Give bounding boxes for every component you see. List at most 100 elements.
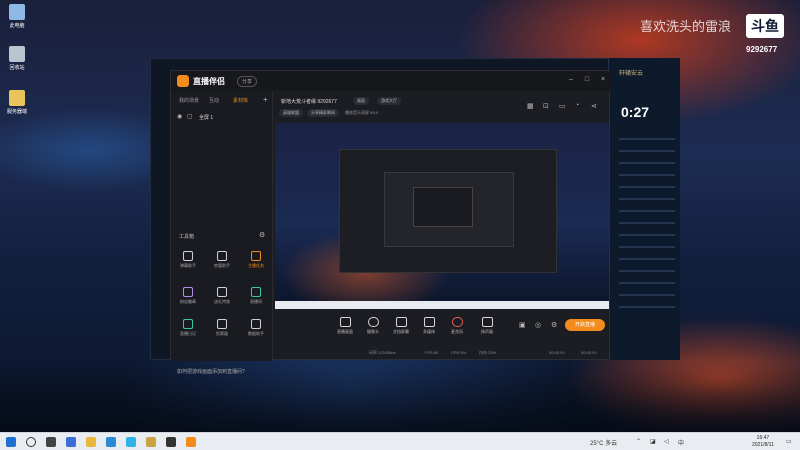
- language-icon[interactable]: 中: [678, 438, 684, 447]
- start-live-button[interactable]: 开启直播: [565, 319, 605, 331]
- control-document[interactable]: 文档屏幕: [389, 317, 413, 335]
- tools-title: 工具箱: [179, 234, 195, 240]
- minimize-icon[interactable]: –: [567, 76, 575, 84]
- live-companion-taskbar-icon[interactable]: [186, 437, 196, 447]
- desktop-icon-recycle-bin[interactable]: 回收站: [4, 46, 30, 71]
- network-icon[interactable]: ◪: [650, 438, 656, 445]
- tool-data-helper[interactable]: 数据助手: [241, 319, 271, 337]
- control-live-screen[interactable]: 直播画面: [333, 317, 357, 335]
- tab-material[interactable]: 素材库: [233, 97, 248, 104]
- close-icon[interactable]: ×: [599, 76, 607, 84]
- notification-icon[interactable]: ▭: [786, 438, 792, 445]
- start-icon[interactable]: [6, 437, 16, 447]
- live-preview[interactable]: [275, 123, 609, 309]
- control-camera[interactable]: 摄像头: [361, 317, 385, 335]
- wallpaper-grass: [0, 362, 800, 432]
- data-icon: [251, 319, 261, 329]
- camera-icon: [367, 317, 379, 327]
- add-scene-icon[interactable]: +: [263, 95, 268, 104]
- preview-nested-window-3: [413, 187, 473, 227]
- control-media[interactable]: 多媒体: [417, 317, 441, 335]
- monitor-icon[interactable]: ▭: [559, 102, 566, 110]
- bell-icon[interactable]: ◔: [575, 102, 579, 109]
- tool-fan-badge[interactable]: 粉丝徽章: [173, 287, 203, 305]
- control-microphone[interactable]: 麦克风: [445, 317, 469, 335]
- edge-icon[interactable]: [126, 437, 136, 447]
- scene-item[interactable]: ◉ ▢ 全屏 1: [177, 113, 267, 123]
- desktop-icon-label: 此电脑: [9, 23, 25, 29]
- desktop-icon-label: 回收站: [9, 65, 25, 71]
- search-icon[interactable]: [26, 437, 36, 447]
- desktop-icon-server[interactable]: 服务器端: [4, 90, 30, 115]
- manager-icon: [217, 251, 227, 261]
- computer-icon: [9, 4, 25, 20]
- diary-icon: [183, 319, 193, 329]
- file-explorer-icon[interactable]: [86, 437, 96, 447]
- live-companion-window: 直播伴侣 分享 – □ × 我的场景 互动 素材库 + ◉ ▢ 全屏 1 工具箱…: [170, 70, 611, 375]
- clock-time: 16:47: [756, 435, 770, 441]
- game-friend-list: [619, 138, 675, 318]
- game-clock: 0:27: [621, 104, 650, 120]
- overlay-logo: 斗鱼: [746, 14, 784, 38]
- clock[interactable]: 16:47 2021/8/11: [752, 435, 774, 449]
- badge-icon: [183, 287, 193, 297]
- desktop-icon-label: 服务器端: [6, 109, 27, 115]
- screen-icon: [339, 317, 351, 327]
- tool-voter[interactable]: 投票器: [207, 319, 237, 337]
- game-client-taskbar-icon[interactable]: [146, 437, 156, 447]
- live-room-icon: [251, 287, 261, 297]
- overlay-room-number: 9292677: [746, 45, 778, 54]
- preview-nested-window-2: [384, 172, 514, 247]
- tool-live-diary[interactable]: 直播日记: [173, 319, 203, 337]
- barrage-icon: [183, 251, 193, 261]
- help-tip-link[interactable]: 如何把游戏画面添加到直播间?: [177, 368, 245, 375]
- game-username: 轩辕安云: [619, 71, 644, 77]
- eye-icon[interactable]: ◉: [177, 113, 182, 120]
- tool-live-room[interactable]: 直播间: [241, 287, 271, 305]
- status-bar: 码率:12345kbs FPS:60 CPU:5% 内存:33% 00:00:0…: [369, 350, 597, 355]
- view-icon[interactable]: ◎: [535, 321, 541, 329]
- lock-icon[interactable]: ▢: [187, 113, 193, 120]
- tab-scenes[interactable]: 我的场景: [179, 97, 199, 104]
- volume-icon[interactable]: ◁: [664, 438, 669, 445]
- weather-widget[interactable]: 25°C 多云: [590, 438, 617, 447]
- overlay-title: 喜欢洗头的雷浪: [640, 20, 732, 35]
- desktop-icon-this-pc[interactable]: 此电脑: [4, 4, 30, 29]
- tab-interact[interactable]: 互动: [209, 97, 219, 104]
- scene-label: 全屏 1: [199, 115, 214, 121]
- tool-barrage-helper[interactable]: 弹幕助手: [173, 251, 203, 269]
- vote-icon: [217, 319, 227, 329]
- tool-room-manager[interactable]: 房管助手: [207, 251, 237, 269]
- tools-settings-icon[interactable]: ⚙: [259, 231, 265, 239]
- tray-arrow-icon[interactable]: ⌃: [636, 438, 641, 445]
- tool-anchor-task[interactable]: 主播任务: [241, 251, 271, 269]
- tag-share[interactable]: 分享精彩瞬间: [307, 109, 339, 117]
- task-icon: [251, 251, 261, 261]
- play-icon: [423, 317, 435, 327]
- share-badge[interactable]: 分享: [237, 76, 258, 87]
- lock-screen-icon[interactable]: ⊡: [543, 102, 549, 110]
- folder-icon: [9, 90, 25, 106]
- windows-taskbar: 25°C 多云 ⌃ ◪ ◁ 中 16:47 2021/8/11 ▭: [0, 432, 800, 450]
- app-name: 直播伴侣: [193, 77, 225, 86]
- record-icon[interactable]: ▣: [519, 321, 526, 329]
- app-taskbar-icon[interactable]: [166, 437, 176, 447]
- preview-nested-window: [339, 149, 557, 273]
- maximize-icon[interactable]: □: [583, 76, 591, 84]
- app-logo-icon: [177, 75, 189, 87]
- stats-icon[interactable]: ▦: [527, 102, 534, 110]
- mail-icon[interactable]: [106, 437, 116, 447]
- control-speaker[interactable]: 扬声器: [475, 317, 499, 335]
- microphone-icon: [451, 317, 463, 327]
- speaker-icon: [481, 317, 493, 327]
- task-view-icon[interactable]: [46, 437, 56, 447]
- tool-gift-effect[interactable]: 送礼特效: [207, 287, 237, 305]
- chip-screen[interactable]: 画面: [353, 97, 369, 105]
- recycle-bin-icon: [9, 46, 25, 62]
- share-icon[interactable]: ⋖: [591, 102, 597, 110]
- chip-lobby[interactable]: 游戏大厅: [377, 97, 401, 105]
- clock-date: 2021/8/11: [752, 442, 774, 448]
- tag-game[interactable]: 英雄联盟: [279, 109, 303, 117]
- store-icon[interactable]: [66, 437, 76, 447]
- settings-icon[interactable]: ⚙: [551, 321, 557, 329]
